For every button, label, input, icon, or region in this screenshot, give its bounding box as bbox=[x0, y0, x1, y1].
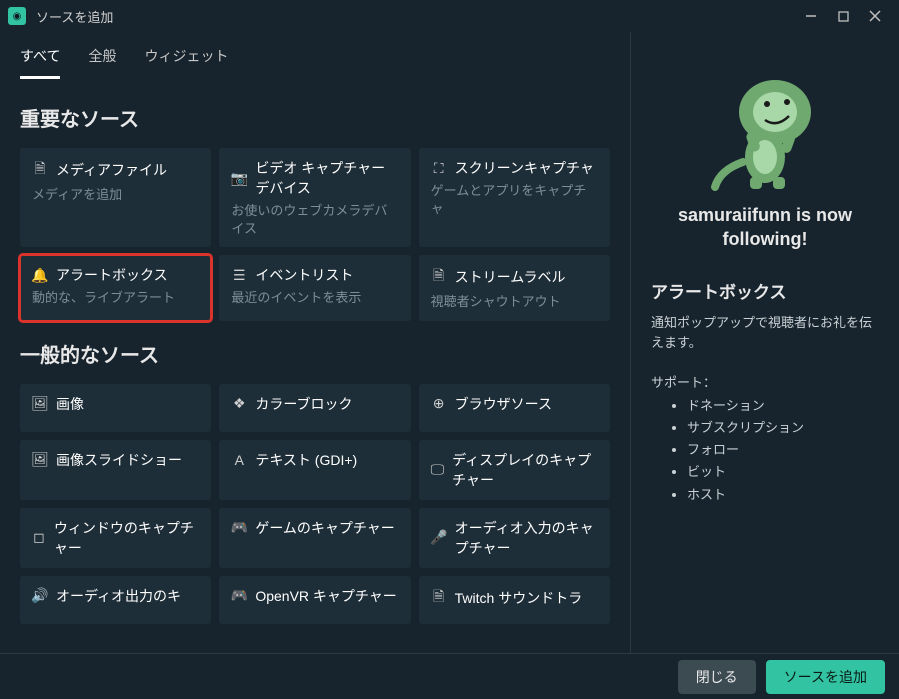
text-icon: A bbox=[231, 452, 247, 468]
source-card-title: ウィンドウのキャプチャー bbox=[54, 518, 199, 558]
section-title-general: 一般的なソース bbox=[20, 339, 610, 368]
gamepad-icon: 🎮 bbox=[231, 519, 247, 536]
source-card-general-2[interactable]: ⊕ ブラウザソース bbox=[419, 384, 610, 432]
source-card-title: ビデオ キャプチャー デバイス bbox=[255, 158, 398, 198]
detail-title: アラートボックス bbox=[651, 278, 879, 303]
globe-icon: ⊕ bbox=[431, 395, 447, 412]
music-icon: 🗎 bbox=[431, 586, 447, 610]
tab-0[interactable]: すべて bbox=[20, 46, 60, 79]
source-card-title: オーディオ入力のキャプチャー bbox=[455, 518, 598, 558]
source-card-general-10[interactable]: 🎮 OpenVR キャプチャー bbox=[219, 576, 410, 624]
source-card-important-4[interactable]: ☰ イベントリスト最近のイベントを表示 bbox=[219, 255, 410, 321]
close-dialog-button[interactable]: 閉じる bbox=[678, 660, 756, 694]
bell-icon: 🔔 bbox=[32, 267, 48, 284]
source-card-general-1[interactable]: ❖ カラーブロック bbox=[219, 384, 410, 432]
source-card-title: 画像スライドショー bbox=[56, 450, 182, 470]
file-icon: 🗎 bbox=[32, 158, 48, 182]
source-card-title: イベントリスト bbox=[255, 265, 353, 285]
close-button[interactable] bbox=[859, 4, 891, 28]
maximize-button[interactable] bbox=[827, 4, 859, 28]
source-card-important-5[interactable]: 🗎 ストリームラベル視聴者シャウトアウト bbox=[419, 255, 610, 321]
source-card-title: オーディオ出力のキ bbox=[56, 586, 181, 606]
source-card-title: カラーブロック bbox=[255, 394, 352, 414]
source-card-important-2[interactable]: ⛶ スクリーンキャプチャゲームとアプリをキャプチャ bbox=[419, 148, 610, 247]
app-icon: ◉ bbox=[8, 7, 26, 25]
source-card-important-3[interactable]: 🔔 アラートボックス動的な、ライブアラート bbox=[20, 255, 211, 321]
titlebar: ◉ ソースを追加 bbox=[0, 0, 899, 32]
detail-desc: 通知ポップアップで視聴者にお礼を伝えます。 bbox=[651, 313, 879, 355]
support-label: サポート： bbox=[651, 372, 879, 391]
tab-2[interactable]: ウィジェット bbox=[144, 46, 228, 79]
source-card-title: OpenVR キャプチャー bbox=[255, 586, 396, 606]
source-card-desc: メディアを追加 bbox=[32, 186, 199, 204]
source-card-title: ストリームラベル bbox=[455, 267, 566, 287]
source-card-general-0[interactable]: 🖼 画像 bbox=[20, 384, 211, 432]
vr-icon: 🎮 bbox=[231, 587, 247, 604]
source-card-title: 画像 bbox=[56, 394, 84, 414]
speaker-icon: 🔊 bbox=[32, 587, 48, 604]
label-icon: 🗎 bbox=[431, 265, 447, 289]
slideshow-icon: 🖼 bbox=[32, 451, 48, 468]
add-source-button[interactable]: ソースを追加 bbox=[766, 660, 885, 694]
source-card-general-6[interactable]: ◻ ウィンドウのキャプチャー bbox=[20, 508, 211, 568]
screen-icon: ⛶ bbox=[431, 160, 447, 177]
right-panel: samuraiifunn is now following! アラートボックス … bbox=[631, 32, 899, 653]
source-card-general-8[interactable]: 🎤 オーディオ入力のキャプチャー bbox=[419, 508, 610, 568]
support-item: フォロー bbox=[687, 439, 879, 461]
left-panel: すべて全般ウィジェット 重要なソース 🗎 メディアファイルメディアを追加 📷 ビデオ … bbox=[0, 32, 631, 653]
source-card-general-5[interactable]: 🖵 ディスプレイのキャプチャー bbox=[419, 440, 610, 500]
window-title: ソースを追加 bbox=[36, 7, 113, 26]
source-card-desc: 視聴者シャウトアウト bbox=[431, 293, 598, 311]
source-card-title: メディアファイル bbox=[56, 160, 167, 180]
preview-caption: samuraiifunn is now following! bbox=[651, 203, 879, 252]
window-icon: ◻ bbox=[32, 529, 46, 546]
display-icon: 🖵 bbox=[431, 461, 445, 478]
source-card-desc: 最近のイベントを表示 bbox=[231, 289, 398, 307]
mic-icon: 🎤 bbox=[431, 529, 447, 546]
source-card-general-3[interactable]: 🖼 画像スライドショー bbox=[20, 440, 211, 500]
footer: 閉じる ソースを追加 bbox=[0, 653, 899, 699]
source-card-title: ディスプレイのキャプチャー bbox=[452, 450, 598, 490]
list-icon: ☰ bbox=[231, 267, 247, 284]
source-card-title: アラートボックス bbox=[56, 265, 168, 285]
source-card-title: スクリーンキャプチャ bbox=[455, 158, 594, 178]
video-icon: 📷 bbox=[231, 170, 247, 187]
palette-icon: ❖ bbox=[231, 395, 247, 412]
source-card-important-0[interactable]: 🗎 メディアファイルメディアを追加 bbox=[20, 148, 211, 247]
source-card-general-4[interactable]: A テキスト (GDI+) bbox=[219, 440, 410, 500]
support-list: ドネーションサブスクリプションフォロービットホスト bbox=[651, 395, 879, 505]
source-card-general-9[interactable]: 🔊 オーディオ出力のキ bbox=[20, 576, 211, 624]
source-card-title: ブラウザソース bbox=[455, 394, 552, 414]
support-item: サブスクリプション bbox=[687, 417, 879, 439]
tab-1[interactable]: 全般 bbox=[88, 46, 116, 79]
tabs: すべて全般ウィジェット bbox=[20, 32, 610, 79]
source-card-title: テキスト (GDI+) bbox=[255, 450, 357, 470]
source-card-desc: 動的な、ライブアラート bbox=[32, 289, 199, 307]
support-item: ビット bbox=[687, 461, 879, 483]
support-item: ドネーション bbox=[687, 395, 879, 417]
source-card-title: ゲームのキャプチャー bbox=[255, 518, 394, 538]
source-card-desc: お使いのウェブカメラデバイス bbox=[231, 202, 398, 237]
source-card-general-11[interactable]: 🗎 Twitch サウンドトラ bbox=[419, 576, 610, 624]
image-icon: 🖼 bbox=[32, 395, 48, 412]
minimize-button[interactable] bbox=[795, 4, 827, 28]
section-title-important: 重要なソース bbox=[20, 103, 610, 132]
source-card-title: Twitch サウンドトラ bbox=[455, 588, 583, 608]
source-card-important-1[interactable]: 📷 ビデオ キャプチャー デバイスお使いのウェブカメラデバイス bbox=[219, 148, 410, 247]
source-card-general-7[interactable]: 🎮 ゲームのキャプチャー bbox=[219, 508, 410, 568]
support-item: ホスト bbox=[687, 484, 879, 506]
preview-image bbox=[695, 62, 835, 195]
source-card-desc: ゲームとアプリをキャプチャ bbox=[431, 182, 598, 217]
